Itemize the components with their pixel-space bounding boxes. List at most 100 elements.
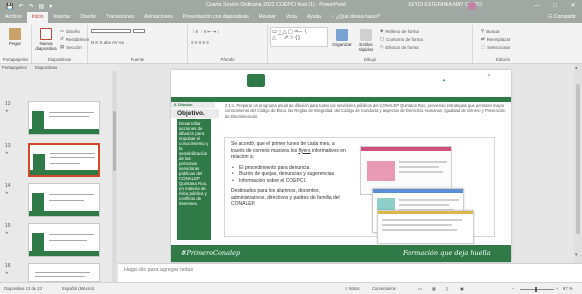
email-screenshot-3[interactable] bbox=[377, 210, 474, 244]
animation-star-icon: ★ bbox=[5, 108, 9, 113]
tab-transiciones[interactable]: Transiciones bbox=[101, 12, 139, 23]
notes-placeholder[interactable]: Haga clic para agregar notas bbox=[124, 267, 193, 273]
maximize-icon[interactable]: □ bbox=[546, 0, 564, 12]
undo-icon[interactable]: ↶ bbox=[18, 3, 23, 10]
status-bar: Diapositiva 13 de 23 Español (México) ≡ … bbox=[0, 282, 582, 294]
slide-scrollbar[interactable]: ▴ ▾ bbox=[574, 64, 582, 263]
find-button[interactable]: ⚲ Buscar bbox=[481, 28, 500, 34]
slides-group: Nueva diapositiva ▭ Diseño ↺ Restablecer ▤… bbox=[32, 25, 89, 63]
search-icon: ⚲ bbox=[481, 28, 485, 33]
zoom-in-icon[interactable]: + bbox=[556, 286, 558, 291]
minimize-icon[interactable]: — bbox=[528, 0, 546, 12]
quick-styles-icon bbox=[360, 29, 372, 41]
tab-archivo[interactable]: Archivo bbox=[0, 12, 27, 23]
slide-thumbnail[interactable] bbox=[28, 263, 100, 282]
reading-view-icon[interactable]: ▯ bbox=[446, 286, 448, 291]
slide-thumbnail-panel[interactable]: 12 ★ 13 ★ 14 ★ 15 ★ 16 ★ bbox=[0, 71, 118, 282]
tab-vista[interactable]: Vista bbox=[281, 12, 302, 23]
slide-thumbnail[interactable] bbox=[28, 223, 100, 257]
replace-button[interactable]: ⇄ Reemplazar bbox=[481, 36, 510, 42]
font-group: N K S abe AV Aa Fuente bbox=[88, 25, 188, 63]
slide-thumbnail[interactable] bbox=[28, 183, 100, 217]
list-buttons[interactable]: ⋮≡ ⋮≡ ⇤ ⇥ ↕ bbox=[191, 29, 219, 35]
zoom-slider-handle[interactable] bbox=[535, 287, 537, 292]
notes-pane[interactable]: Haga clic para agregar notas bbox=[118, 263, 582, 282]
shape-outline-button[interactable]: ▢ Contorno de forma bbox=[380, 36, 423, 42]
section-icon: ▤ bbox=[60, 44, 65, 49]
select-button[interactable]: ⬚ Seleccionar bbox=[481, 44, 510, 50]
animation-star-icon: ★ bbox=[5, 270, 9, 275]
layout-icon: ▭ bbox=[60, 28, 65, 33]
avatar[interactable] bbox=[468, 2, 476, 10]
objective-body[interactable]: Desarrollar acciones de difusión para im… bbox=[177, 119, 211, 240]
scroll-up-icon[interactable]: ▴ bbox=[575, 65, 578, 71]
tab-diseno[interactable]: Diseño bbox=[75, 12, 101, 23]
new-slide-icon bbox=[40, 28, 52, 40]
close-icon[interactable]: ✕ bbox=[564, 0, 582, 12]
replace-icon: ⇄ bbox=[481, 36, 485, 41]
title-bar: 💾 ↶ ↷ ▤ ▾ Cuarta Sesión Ordinaria 2022 C… bbox=[0, 0, 582, 12]
bullet-list: El procedimiento para denuncia. Buzón de… bbox=[231, 165, 347, 185]
align-buttons[interactable]: ≡ ≡ ≡ ≡ ≡ bbox=[191, 40, 209, 45]
tab-revisar[interactable]: Revisar bbox=[254, 12, 281, 23]
slide-canvas[interactable]: ◆ ◇ II. Difusión. Objetivo. Desarrollar … bbox=[171, 70, 511, 262]
outline-icon: ▢ bbox=[380, 36, 385, 41]
zoom-out-icon[interactable]: − bbox=[512, 286, 514, 291]
normal-view-icon[interactable]: ▭ bbox=[418, 286, 422, 291]
paste-button[interactable]: Pegar bbox=[4, 28, 26, 46]
document-title: Cuarta Sesión Ordinaria 2022 COEPCI fina… bbox=[206, 2, 346, 8]
tab-insertar[interactable]: Insertar bbox=[48, 12, 75, 23]
save-icon[interactable]: 💾 bbox=[6, 3, 13, 10]
zoom-level[interactable]: 87 % bbox=[563, 286, 573, 291]
shapes-gallery[interactable]: ▭○△▢⇒⌐∖ △⌒⇗☆{} bbox=[270, 27, 328, 47]
drawing-group: ▭○△▢⇒⌐∖ △⌒⇗☆{} Organizar Estilos rápidos … bbox=[268, 25, 473, 63]
paragraph-group: ⋮≡ ⋮≡ ⇤ ⇥ ↕ ≡ ≡ ≡ ≡ ≡ Párrafo bbox=[188, 25, 268, 63]
slide-footer: #PrimeroConalep Formación que deja huell… bbox=[171, 245, 511, 262]
layout-button[interactable]: ▭ Diseño bbox=[60, 28, 80, 34]
scroll-down-icon[interactable]: ▾ bbox=[575, 252, 578, 258]
animation-star-icon: ★ bbox=[5, 190, 9, 195]
animation-star-icon: ★ bbox=[5, 230, 9, 235]
agreement-textbox[interactable]: Se acordó, que el primer lunes de cada m… bbox=[231, 141, 347, 212]
select-icon: ⬚ bbox=[481, 44, 486, 49]
tab-animaciones[interactable]: Animaciones bbox=[139, 12, 178, 23]
shape-effects-button[interactable]: ◇ Efectos de forma bbox=[380, 44, 419, 50]
tell-me-search[interactable]: ♀ ¿Qué desea hacer? bbox=[326, 12, 385, 23]
section-button[interactable]: ▤ Sección bbox=[60, 44, 82, 50]
slide-counter: Diapositiva 13 de 23 bbox=[4, 286, 42, 291]
comments-toggle[interactable]: Comentarios bbox=[372, 286, 396, 291]
zoom-slider[interactable] bbox=[520, 289, 554, 290]
effects-icon: ◇ bbox=[380, 44, 384, 49]
slideshow-view-icon[interactable]: ▣ bbox=[460, 286, 464, 291]
font-format-row[interactable]: N K S abe AV Aa bbox=[91, 40, 124, 45]
thumbnail-scrollbar[interactable] bbox=[112, 71, 117, 282]
redo-icon[interactable]: ↷ bbox=[29, 3, 34, 10]
ribbon: Pegar Portapapeles Nueva diapositiva ▭ Di… bbox=[0, 23, 582, 64]
slide-sorter-icon[interactable]: ▦ bbox=[432, 286, 436, 291]
tab-inicio[interactable]: Inicio bbox=[26, 12, 49, 23]
font-name-box[interactable] bbox=[91, 29, 145, 33]
tab-ayuda[interactable]: Ayuda bbox=[302, 12, 326, 23]
language-indicator[interactable]: Español (México) bbox=[62, 286, 94, 291]
slide-thumbnail[interactable] bbox=[28, 101, 100, 135]
clipboard-group: Pegar Portapapeles bbox=[0, 25, 32, 63]
shape-fill-button[interactable]: ◈ Relleno de forma bbox=[380, 28, 419, 34]
gobierno-logo bbox=[247, 74, 265, 87]
objective-title[interactable]: Objetivo. bbox=[171, 109, 219, 118]
share-button[interactable]: ☶ Compartir bbox=[548, 12, 576, 23]
reset-icon: ↺ bbox=[60, 36, 64, 41]
footer-hashtag: #PrimeroConalep bbox=[181, 249, 241, 257]
action-paragraph[interactable]: 2.1.1. Preparar un programa anual de dif… bbox=[225, 103, 509, 119]
notes-toggle[interactable]: ≡ Notas bbox=[345, 286, 360, 291]
start-slideshow-icon[interactable]: ▤ bbox=[39, 3, 45, 10]
section-label[interactable]: II. Difusión. bbox=[171, 102, 215, 108]
slide-thumbnail-selected[interactable] bbox=[28, 143, 100, 177]
quick-styles-button[interactable]: Estilos rápidos bbox=[356, 29, 376, 52]
footer-slogan: Formación que deja huella bbox=[403, 249, 491, 257]
audience-text: Destinados para los alumnos, docentes, a… bbox=[231, 188, 340, 207]
customize-qat-icon[interactable]: ▾ bbox=[49, 3, 52, 10]
reset-button[interactable]: ↺ Restablecer bbox=[60, 36, 89, 42]
tab-presentacion[interactable]: Presentación con diapositivas bbox=[178, 12, 254, 23]
arrange-button[interactable]: Organizar bbox=[332, 29, 352, 47]
new-slide-button[interactable]: Nueva diapositiva bbox=[34, 28, 58, 51]
